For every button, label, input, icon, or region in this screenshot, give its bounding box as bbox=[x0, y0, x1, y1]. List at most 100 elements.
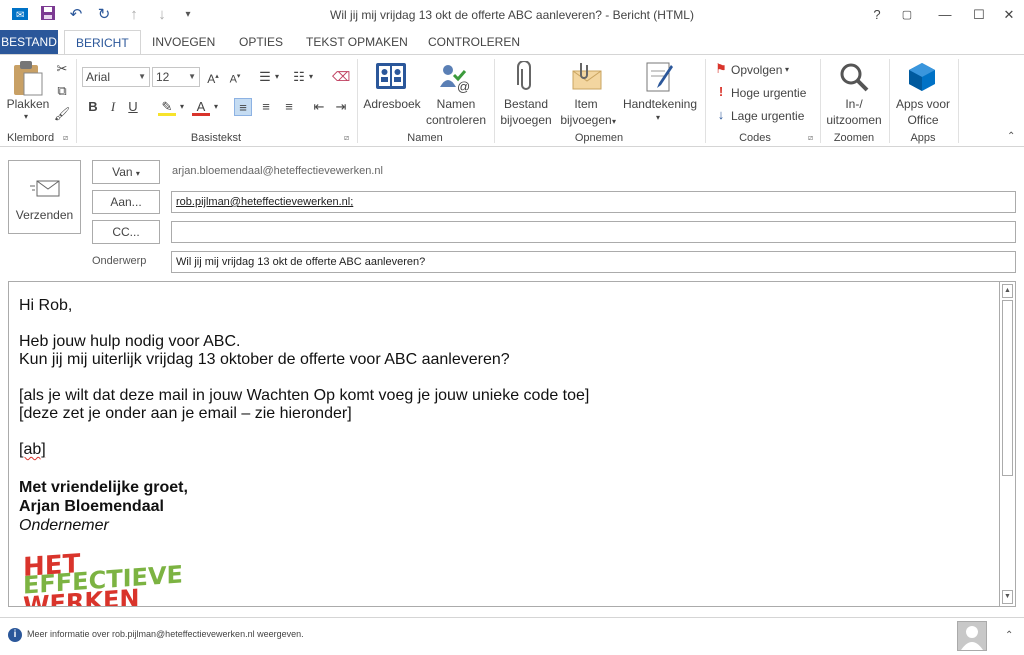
cc-field[interactable] bbox=[171, 221, 1016, 243]
help-button[interactable]: ? bbox=[864, 4, 890, 26]
signature-icon[interactable] bbox=[645, 61, 675, 96]
italic-button[interactable]: I bbox=[104, 98, 122, 116]
minimize-button[interactable]: — bbox=[932, 4, 958, 26]
basistekst-launcher-icon[interactable]: ⧄ bbox=[344, 133, 349, 143]
flag-icon[interactable]: ⚑ bbox=[712, 60, 730, 78]
from-button[interactable]: Van ▾ bbox=[92, 160, 160, 184]
cc-button[interactable]: CC... bbox=[92, 220, 160, 244]
low-importance-icon[interactable]: ↓ bbox=[712, 106, 730, 124]
body-signature-name: Arjan Bloemendaal bbox=[19, 498, 164, 515]
subject-label: Onderwerp bbox=[92, 255, 147, 267]
format-painter-icon[interactable]: 🖌 bbox=[53, 105, 71, 123]
group-label-zoomen: Zoomen bbox=[833, 132, 875, 144]
subject-field[interactable]: Wil jij mij vrijdag 13 okt de offerte AB… bbox=[171, 251, 1016, 273]
low-importance-button[interactable]: Lage urgentie bbox=[731, 109, 804, 123]
decrease-indent-icon[interactable]: ⇤ bbox=[310, 98, 328, 116]
underline-button[interactable]: U bbox=[124, 98, 142, 116]
clear-formatting-icon[interactable]: ⌫ bbox=[332, 68, 350, 86]
body-note-2: [deze zet je onder aan je email – zie hi… bbox=[19, 405, 352, 422]
font-color-icon[interactable]: A bbox=[192, 98, 210, 116]
tab-invoegen[interactable]: INVOEGEN bbox=[141, 30, 226, 54]
klembord-launcher-icon[interactable]: ⧄ bbox=[63, 133, 68, 143]
highlight-dropdown-icon[interactable]: ▾ bbox=[180, 102, 184, 111]
maximize-button[interactable]: ☐ bbox=[966, 4, 992, 26]
bold-button[interactable]: B bbox=[84, 98, 102, 116]
send-button[interactable]: Verzenden bbox=[8, 160, 81, 234]
tab-tekst-opmaken[interactable]: TEKST OPMAKEN bbox=[295, 30, 419, 54]
office-apps-icon[interactable] bbox=[906, 61, 938, 96]
zoom-label-2[interactable]: uitzoomen bbox=[822, 113, 886, 128]
chevron-down-icon: ▼ bbox=[138, 72, 146, 81]
follow-up-button[interactable]: Opvolgen bbox=[731, 63, 782, 77]
scroll-up-button[interactable]: ▲ bbox=[1002, 284, 1013, 298]
check-names-icon[interactable]: @ bbox=[438, 61, 472, 96]
font-size-combo[interactable]: 12 ▼ bbox=[152, 67, 200, 87]
check-names-label-1[interactable]: Namen bbox=[424, 97, 488, 112]
paste-dropdown-icon[interactable]: ▾ bbox=[24, 112, 28, 121]
group-separator bbox=[820, 59, 821, 143]
paperclip-icon[interactable] bbox=[516, 60, 536, 96]
body-line-2: Kun jij mij uiterlijk vrijdag 13 oktober… bbox=[19, 351, 510, 368]
ribbon-display-button[interactable]: ▢ bbox=[894, 4, 920, 26]
shrink-font-icon[interactable]: A▾ bbox=[226, 68, 244, 86]
apps-label-1[interactable]: Apps voor bbox=[890, 97, 956, 112]
to-button[interactable]: Aan... bbox=[92, 190, 160, 214]
font-name-combo[interactable]: Arial ▼ bbox=[82, 67, 150, 87]
cut-icon[interactable]: ✂ bbox=[53, 60, 71, 78]
attach-item-label-1[interactable]: Item bbox=[556, 97, 616, 112]
font-name-value: Arial bbox=[86, 70, 111, 84]
high-importance-button[interactable]: Hoge urgentie bbox=[731, 86, 806, 100]
attach-item-dropdown-icon[interactable]: ▾ bbox=[612, 117, 616, 126]
group-label-klembord: Klembord bbox=[7, 132, 55, 144]
collapse-ribbon-icon[interactable]: ⌃ bbox=[1007, 131, 1015, 142]
zoom-icon[interactable] bbox=[838, 61, 870, 96]
group-separator bbox=[494, 59, 495, 143]
signature-label[interactable]: Handtekening bbox=[618, 97, 702, 112]
address-book-label[interactable]: Adresboek bbox=[360, 97, 424, 112]
tab-controleren[interactable]: CONTROLEREN bbox=[417, 30, 531, 54]
align-right-icon[interactable]: ≡ bbox=[280, 98, 298, 116]
paste-label[interactable]: Plakken bbox=[6, 97, 50, 112]
tab-bericht[interactable]: BERICHT bbox=[64, 30, 141, 55]
chevron-down-icon: ▼ bbox=[188, 72, 196, 81]
close-button[interactable]: ✕ bbox=[996, 4, 1022, 26]
numbering-dropdown-icon[interactable]: ▾ bbox=[309, 72, 313, 81]
body-signature-role: Ondernemer bbox=[19, 517, 109, 534]
vertical-scrollbar[interactable]: ▲ ▼ bbox=[999, 282, 1015, 606]
high-importance-icon[interactable]: ! bbox=[712, 83, 730, 101]
font-color-dropdown-icon[interactable]: ▾ bbox=[214, 102, 218, 111]
attach-file-label-1[interactable]: Bestand bbox=[496, 97, 556, 112]
signature-dropdown-icon[interactable]: ▾ bbox=[656, 113, 660, 122]
highlight-icon[interactable]: ✎ bbox=[158, 98, 176, 116]
contact-avatar[interactable] bbox=[957, 621, 987, 651]
message-body[interactable]: Hi Rob, Heb jouw hulp nodig voor ABC. Ku… bbox=[8, 281, 1016, 607]
align-left-icon[interactable]: ≡ bbox=[234, 98, 252, 116]
expand-people-pane-icon[interactable]: ⌃ bbox=[1005, 630, 1013, 641]
numbering-icon[interactable]: ☷ bbox=[290, 68, 308, 86]
attach-file-label-2[interactable]: bijvoegen bbox=[496, 113, 556, 128]
tab-opties[interactable]: OPTIES bbox=[228, 30, 294, 54]
follow-up-dropdown-icon[interactable]: ▾ bbox=[785, 65, 789, 74]
address-book-icon[interactable] bbox=[374, 61, 408, 96]
tab-bestand[interactable]: BESTAND bbox=[0, 30, 58, 54]
grow-font-icon[interactable]: A▴ bbox=[204, 68, 222, 86]
attach-item-icon[interactable] bbox=[571, 61, 603, 96]
body-code: [ab] bbox=[19, 441, 46, 458]
codes-launcher-icon[interactable]: ⧄ bbox=[808, 133, 813, 143]
check-names-label-2[interactable]: controleren bbox=[424, 113, 488, 128]
attach-item-label-2[interactable]: bijvoegen bbox=[556, 113, 616, 128]
person-icon bbox=[961, 626, 983, 650]
to-field[interactable]: rob.pijlman@heteffectievewerken.nl; bbox=[171, 191, 1016, 213]
group-label-apps: Apps bbox=[910, 132, 936, 144]
bullets-icon[interactable]: ☰ bbox=[256, 68, 274, 86]
bullets-dropdown-icon[interactable]: ▾ bbox=[275, 72, 279, 81]
group-label-namen: Namen bbox=[407, 132, 443, 144]
zoom-label-1[interactable]: In-/ bbox=[822, 97, 886, 112]
people-info-link[interactable]: Meer informatie over rob.pijlman@heteffe… bbox=[27, 629, 304, 639]
apps-label-2[interactable]: Office bbox=[890, 113, 956, 128]
scroll-down-button[interactable]: ▼ bbox=[1002, 590, 1013, 604]
scroll-thumb[interactable] bbox=[1002, 300, 1013, 476]
align-center-icon[interactable]: ≡ bbox=[257, 98, 275, 116]
increase-indent-icon[interactable]: ⇥ bbox=[332, 98, 350, 116]
copy-icon[interactable]: ⧉ bbox=[53, 82, 71, 100]
